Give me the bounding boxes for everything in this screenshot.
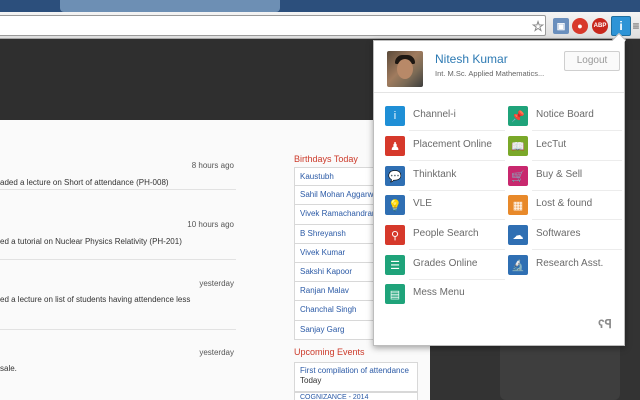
- menu-label: People Search: [413, 228, 479, 239]
- menu-label: Research Asst.: [536, 258, 604, 269]
- channel-i-extension-icon[interactable]: i: [611, 16, 631, 36]
- people-search-icon: ⚲: [385, 225, 405, 245]
- menu-label: Thinktank: [413, 169, 457, 180]
- menu-label: Mess Menu: [413, 287, 465, 298]
- person-icon: ♟: [385, 136, 405, 156]
- avatar: [387, 51, 423, 87]
- user-profile: Nitesh Kumar Int. M.Sc. Applied Mathemat…: [374, 41, 624, 93]
- logout-button[interactable]: Logout: [564, 51, 620, 71]
- feed-time: 10 hours ago: [187, 220, 234, 229]
- feed-text[interactable]: sale.: [0, 364, 17, 373]
- feed-time: 8 hours ago: [191, 161, 234, 170]
- birthdays-title: Birthdays Today: [294, 154, 358, 164]
- feed-text[interactable]: ed a lecture on list of students having …: [0, 295, 190, 304]
- adblock-icon[interactable]: ABP: [592, 18, 608, 34]
- box-icon: ▦: [508, 195, 528, 215]
- menu-label: Grades Online: [413, 258, 478, 269]
- menu-label: Buy & Sell: [536, 169, 583, 180]
- menu-list-icon: ▤: [385, 284, 405, 304]
- feed-time: yesterday: [199, 279, 234, 288]
- extension-popup: Nitesh Kumar Int. M.Sc. Applied Mathemat…: [373, 32, 627, 346]
- events-title: Upcoming Events: [294, 347, 365, 357]
- event-title[interactable]: First compilation of attendance: [300, 366, 412, 375]
- cart-icon: 🛒: [508, 166, 528, 186]
- menu-label: Notice Board: [536, 109, 594, 120]
- info-icon: i: [385, 106, 405, 126]
- event-item[interactable]: First compilation of attendance Today: [294, 362, 418, 392]
- cloud-download-icon: ☁: [508, 225, 528, 245]
- menu-label: Softwares: [536, 228, 581, 239]
- feed-time: yesterday: [199, 348, 234, 357]
- feed-item: [0, 330, 236, 400]
- bulb-icon: 💡: [385, 195, 405, 215]
- pin-icon: 📌: [508, 106, 528, 126]
- feed-text[interactable]: aded a lecture on Short of attendance (P…: [0, 178, 169, 187]
- address-bar[interactable]: [0, 15, 546, 36]
- event-when: Today: [300, 376, 322, 385]
- menu-label: LecTut: [536, 139, 567, 150]
- tab-strip: [0, 0, 640, 12]
- extension-icon[interactable]: ●: [572, 18, 588, 34]
- menu-icon[interactable]: ≡: [632, 18, 640, 34]
- menu-label: VLE: [413, 198, 432, 209]
- feed-text[interactable]: ed a tutorial on Nuclear Physics Relativ…: [0, 237, 182, 246]
- microscope-icon: 🔬: [508, 255, 528, 275]
- menu-label: Channel-i: [413, 109, 456, 120]
- screen-extension-icon[interactable]: ▣: [553, 18, 569, 34]
- user-program: Int. M.Sc. Applied Mathematics...: [435, 69, 545, 78]
- event-title[interactable]: COGNIZANCE - 2014: [294, 392, 418, 400]
- star-icon[interactable]: ☆: [530, 18, 546, 34]
- chat-icon: 💬: [385, 166, 405, 186]
- brand-logo-icon: ʕꟼ: [598, 317, 612, 331]
- list-icon: ☰: [385, 255, 405, 275]
- book-icon: 📖: [508, 136, 528, 156]
- active-tab[interactable]: [60, 0, 280, 12]
- user-name[interactable]: Nitesh Kumar: [435, 52, 508, 66]
- menu-label: Lost & found: [536, 198, 593, 209]
- menu-label: Placement Online: [413, 139, 492, 150]
